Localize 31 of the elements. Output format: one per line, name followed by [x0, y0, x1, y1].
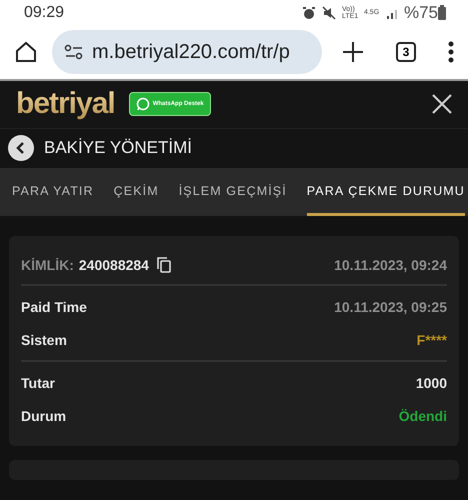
battery-percent: %75 — [404, 2, 438, 23]
alarm-icon — [302, 6, 316, 20]
id-label: KİMLİK: — [21, 257, 74, 273]
chevron-left-icon — [16, 142, 26, 154]
tab-count-button[interactable]: 3 — [396, 42, 416, 62]
field-value: F**** — [416, 332, 447, 348]
address-bar[interactable]: m.betriyal220.com/tr/p — [52, 30, 322, 74]
tab[interactable]: PARA YATIR — [12, 168, 94, 216]
tab[interactable]: ÇEKİM — [114, 168, 159, 216]
page-title: BAKİYE YÖNETİMİ — [44, 138, 192, 158]
menu-icon[interactable] — [448, 41, 454, 64]
field-label: Sistem — [21, 332, 67, 348]
tab[interactable]: PARA ÇEKME DURUMU — [306, 168, 465, 216]
close-icon[interactable] — [432, 94, 452, 114]
home-icon[interactable] — [14, 40, 38, 64]
tab[interactable]: İŞLEM GEÇMİŞİ — [178, 168, 287, 216]
id-value: 240088284 — [78, 257, 149, 273]
site-settings-icon[interactable] — [64, 44, 84, 60]
field-label: Paid Time — [21, 298, 87, 314]
status-time: 09:29 — [24, 4, 66, 22]
mute-icon — [322, 6, 336, 20]
copy-icon[interactable] — [156, 257, 171, 273]
battery-icon — [438, 5, 446, 20]
field-value: 1000 — [416, 374, 447, 390]
field-label: Durum — [21, 408, 66, 424]
transaction-date: 10.11.2023, 09:24 — [334, 257, 447, 273]
field-value: 10.11.2023, 09:25 — [334, 298, 447, 314]
plus-icon[interactable] — [342, 41, 364, 64]
field-label: Tutar — [21, 374, 55, 390]
field-value: Ödendi — [398, 408, 447, 424]
back-button[interactable] — [8, 135, 34, 162]
